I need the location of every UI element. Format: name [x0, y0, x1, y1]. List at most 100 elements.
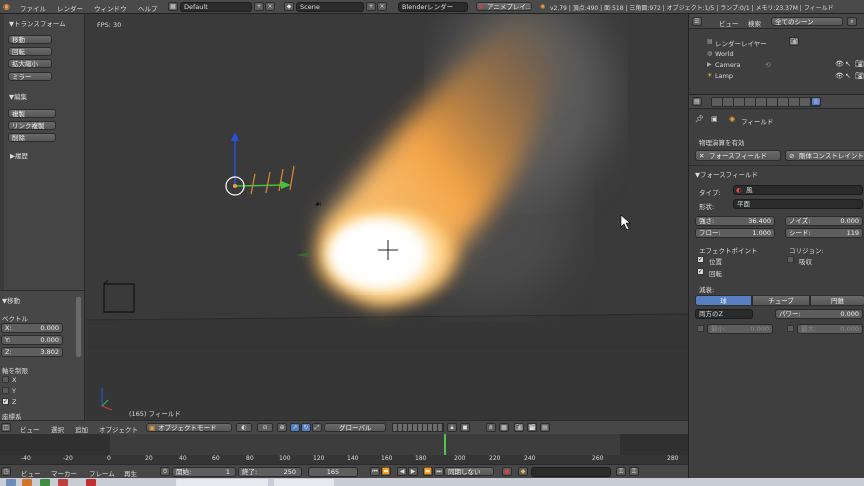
snap-icon[interactable]: ⋔ — [486, 423, 496, 432]
preview-range-icon[interactable]: ⏱ — [160, 467, 170, 476]
effect-location-checkbox[interactable]: ✓ — [697, 256, 704, 263]
keying-set-field[interactable] — [531, 467, 611, 477]
jump-start-icon[interactable]: ⏮ — [370, 467, 380, 476]
opengl-anim-icon[interactable]: 🎬︎ — [527, 423, 537, 432]
timeline-menu-frame[interactable]: フレーム — [89, 468, 115, 478]
add-layout-icon[interactable]: + — [254, 2, 264, 11]
taskbar-app-icon[interactable] — [22, 479, 32, 486]
current-frame-field[interactable]: 165 — [308, 467, 358, 477]
layer-buttons[interactable] — [392, 423, 444, 432]
lamp-object[interactable]: ☙ — [314, 200, 322, 210]
prev-keyframe-icon[interactable]: ⏪ — [381, 467, 391, 476]
viewport-menu-select[interactable]: 選択 — [51, 424, 64, 434]
seed-field[interactable]: シード: 119 — [785, 228, 863, 238]
use-min-distance-checkbox[interactable] — [697, 325, 704, 332]
sync-mode-selector[interactable]: 同期しない — [444, 467, 494, 476]
noise-field[interactable]: ノイズ: 0.000 — [785, 216, 863, 226]
translate-manipulator-icon[interactable]: ↗ — [290, 423, 300, 432]
power-field[interactable]: パワー: 0.000 — [775, 309, 863, 319]
constraint-z-checkbox[interactable]: ✓ — [2, 398, 9, 405]
render-engine-selector[interactable]: Blenderレンダー — [398, 2, 468, 12]
lamp-visibility-eye-icon[interactable]: 👁︎ — [835, 72, 844, 80]
lock-layers-icon[interactable]: 🔒︎ — [447, 423, 457, 432]
properties-context-tabs[interactable] — [711, 97, 821, 107]
camera-render-icon[interactable]: 📷︎ — [855, 60, 864, 68]
render-only-icon[interactable]: ◼ — [460, 423, 470, 432]
timeline-editor-icon[interactable]: ◷ — [1, 467, 11, 476]
outliner-menu-view[interactable]: ビュー — [719, 18, 739, 28]
lamp-render-icon[interactable]: 📷︎ — [855, 72, 864, 80]
menu-file[interactable]: ファイル — [20, 3, 46, 13]
timeline-menu-view[interactable]: ビュー — [21, 468, 41, 478]
menu-render[interactable]: レンダー — [57, 3, 83, 13]
camera-visibility-eye-icon[interactable]: 👁︎ — [835, 60, 844, 68]
add-scene-icon[interactable]: + — [366, 2, 376, 11]
force-field-button[interactable]: ✕ フォースフィールド — [695, 150, 781, 161]
taskbar-app-icon[interactable] — [40, 479, 50, 486]
strength-field[interactable]: 強さ: 36.400 — [695, 216, 775, 226]
rigid-body-constraint-button[interactable]: ⊘ 剛体コンストレイント — [785, 150, 864, 161]
outliner-item-camera[interactable]: Camera — [715, 61, 741, 69]
edit-panel-header[interactable]: ▼編集 — [9, 91, 27, 101]
rotate-manipulator-icon[interactable]: ↻ — [301, 423, 311, 432]
absorb-checkbox[interactable] — [787, 256, 794, 263]
viewport-shading-icon[interactable]: ◐ — [236, 423, 252, 432]
menu-help[interactable]: ヘルプ — [138, 3, 158, 13]
lamp-select-icon[interactable]: ↖ — [845, 72, 851, 80]
view-layer-icon[interactable]: ▤ — [540, 423, 550, 432]
timeline[interactable]: -40 -20 0 20 40 60 80 100 120 140 160 18… — [0, 434, 688, 464]
field-type-selector[interactable]: ◐ 風 — [733, 185, 863, 195]
min-distance-field[interactable]: 最小: 0.000 — [707, 324, 773, 334]
max-distance-field[interactable]: 最大: 0.000 — [797, 324, 863, 334]
viewport-menu-object[interactable]: オブジェクト — [99, 424, 138, 434]
use-max-distance-checkbox[interactable] — [787, 325, 794, 332]
interaction-mode-selector[interactable]: ▣ オブジェクトモード — [146, 423, 232, 432]
taskbar-window-button[interactable] — [176, 479, 268, 486]
remove-layout-icon[interactable]: × — [265, 2, 275, 11]
viewport-menu-add[interactable]: 追加 — [75, 424, 88, 434]
translate-button[interactable]: 移動 — [8, 35, 52, 44]
delete-button[interactable]: 削除 — [8, 133, 56, 142]
remove-scene-icon[interactable]: × — [377, 2, 387, 11]
pin-icon[interactable]: 📌︎ — [695, 115, 704, 123]
outliner-search-icon[interactable]: ⌕ — [847, 17, 857, 26]
falloff-direction-selector[interactable]: 両方のZ — [695, 309, 753, 319]
current-frame-line[interactable] — [444, 434, 446, 456]
3d-viewport[interactable]: ☙ FPS: 30 (165) フィールド — [86, 14, 688, 420]
layout-selector[interactable]: Default — [180, 2, 252, 12]
camera-select-icon[interactable]: ↖ — [845, 60, 851, 68]
auto-keyframe-icon[interactable]: ● — [502, 467, 512, 476]
history-panel-header[interactable]: ▶履歴 — [10, 150, 28, 160]
falloff-cone-tab[interactable]: 円錐 — [810, 295, 864, 306]
menu-window[interactable]: ウィンドウ — [94, 3, 127, 13]
vector-x-field[interactable]: X: 0.000 — [1, 323, 63, 333]
start-frame-field[interactable]: 開始: 1 — [172, 467, 236, 477]
layout-type-icon[interactable]: ▦ — [168, 2, 178, 11]
anim-player-button[interactable]: ⊗ アニメプレイ... — [476, 2, 532, 11]
editor-type-icon[interactable]: ◫ — [1, 423, 11, 432]
next-keyframe-icon[interactable]: ⏩ — [423, 467, 433, 476]
pivot-point-icon[interactable]: ⊙ — [257, 423, 273, 432]
camera-object[interactable] — [103, 283, 135, 313]
play-reverse-icon[interactable]: ◀ — [397, 467, 407, 476]
operator-scrollbar[interactable] — [76, 297, 81, 357]
field-shape-selector[interactable]: 平面 — [733, 199, 863, 209]
keying-set-icon[interactable]: ◆ — [518, 467, 528, 476]
outliner-item-world[interactable]: World — [715, 50, 734, 58]
properties-editor-icon[interactable]: ▤ — [692, 97, 702, 106]
constraint-x-checkbox[interactable] — [2, 376, 9, 383]
scale-button[interactable]: 拡大縮小 — [8, 59, 52, 68]
scene-type-icon[interactable]: ◆ — [284, 2, 294, 11]
render-layer-visibility-icon[interactable]: 📷︎ — [789, 37, 799, 46]
manipulator-toggle-icon[interactable]: ⊕ — [277, 423, 287, 432]
outliner-editor-icon[interactable]: ☰ — [692, 17, 702, 26]
constraint-y-checkbox[interactable] — [2, 387, 9, 394]
timeline-menu-marker[interactable]: マーカー — [51, 468, 77, 478]
duplicate-linked-button[interactable]: リンク複製 — [8, 121, 56, 130]
scene-selector[interactable]: Scene — [296, 2, 364, 12]
falloff-sphere-tab[interactable]: 球 — [695, 295, 752, 306]
end-frame-field[interactable]: 終了: 250 — [238, 467, 302, 477]
flow-field[interactable]: フロー: 1.000 — [695, 228, 775, 238]
scale-manipulator-icon[interactable]: ⤢ — [312, 423, 322, 432]
taskbar-app-icon[interactable] — [86, 479, 96, 486]
